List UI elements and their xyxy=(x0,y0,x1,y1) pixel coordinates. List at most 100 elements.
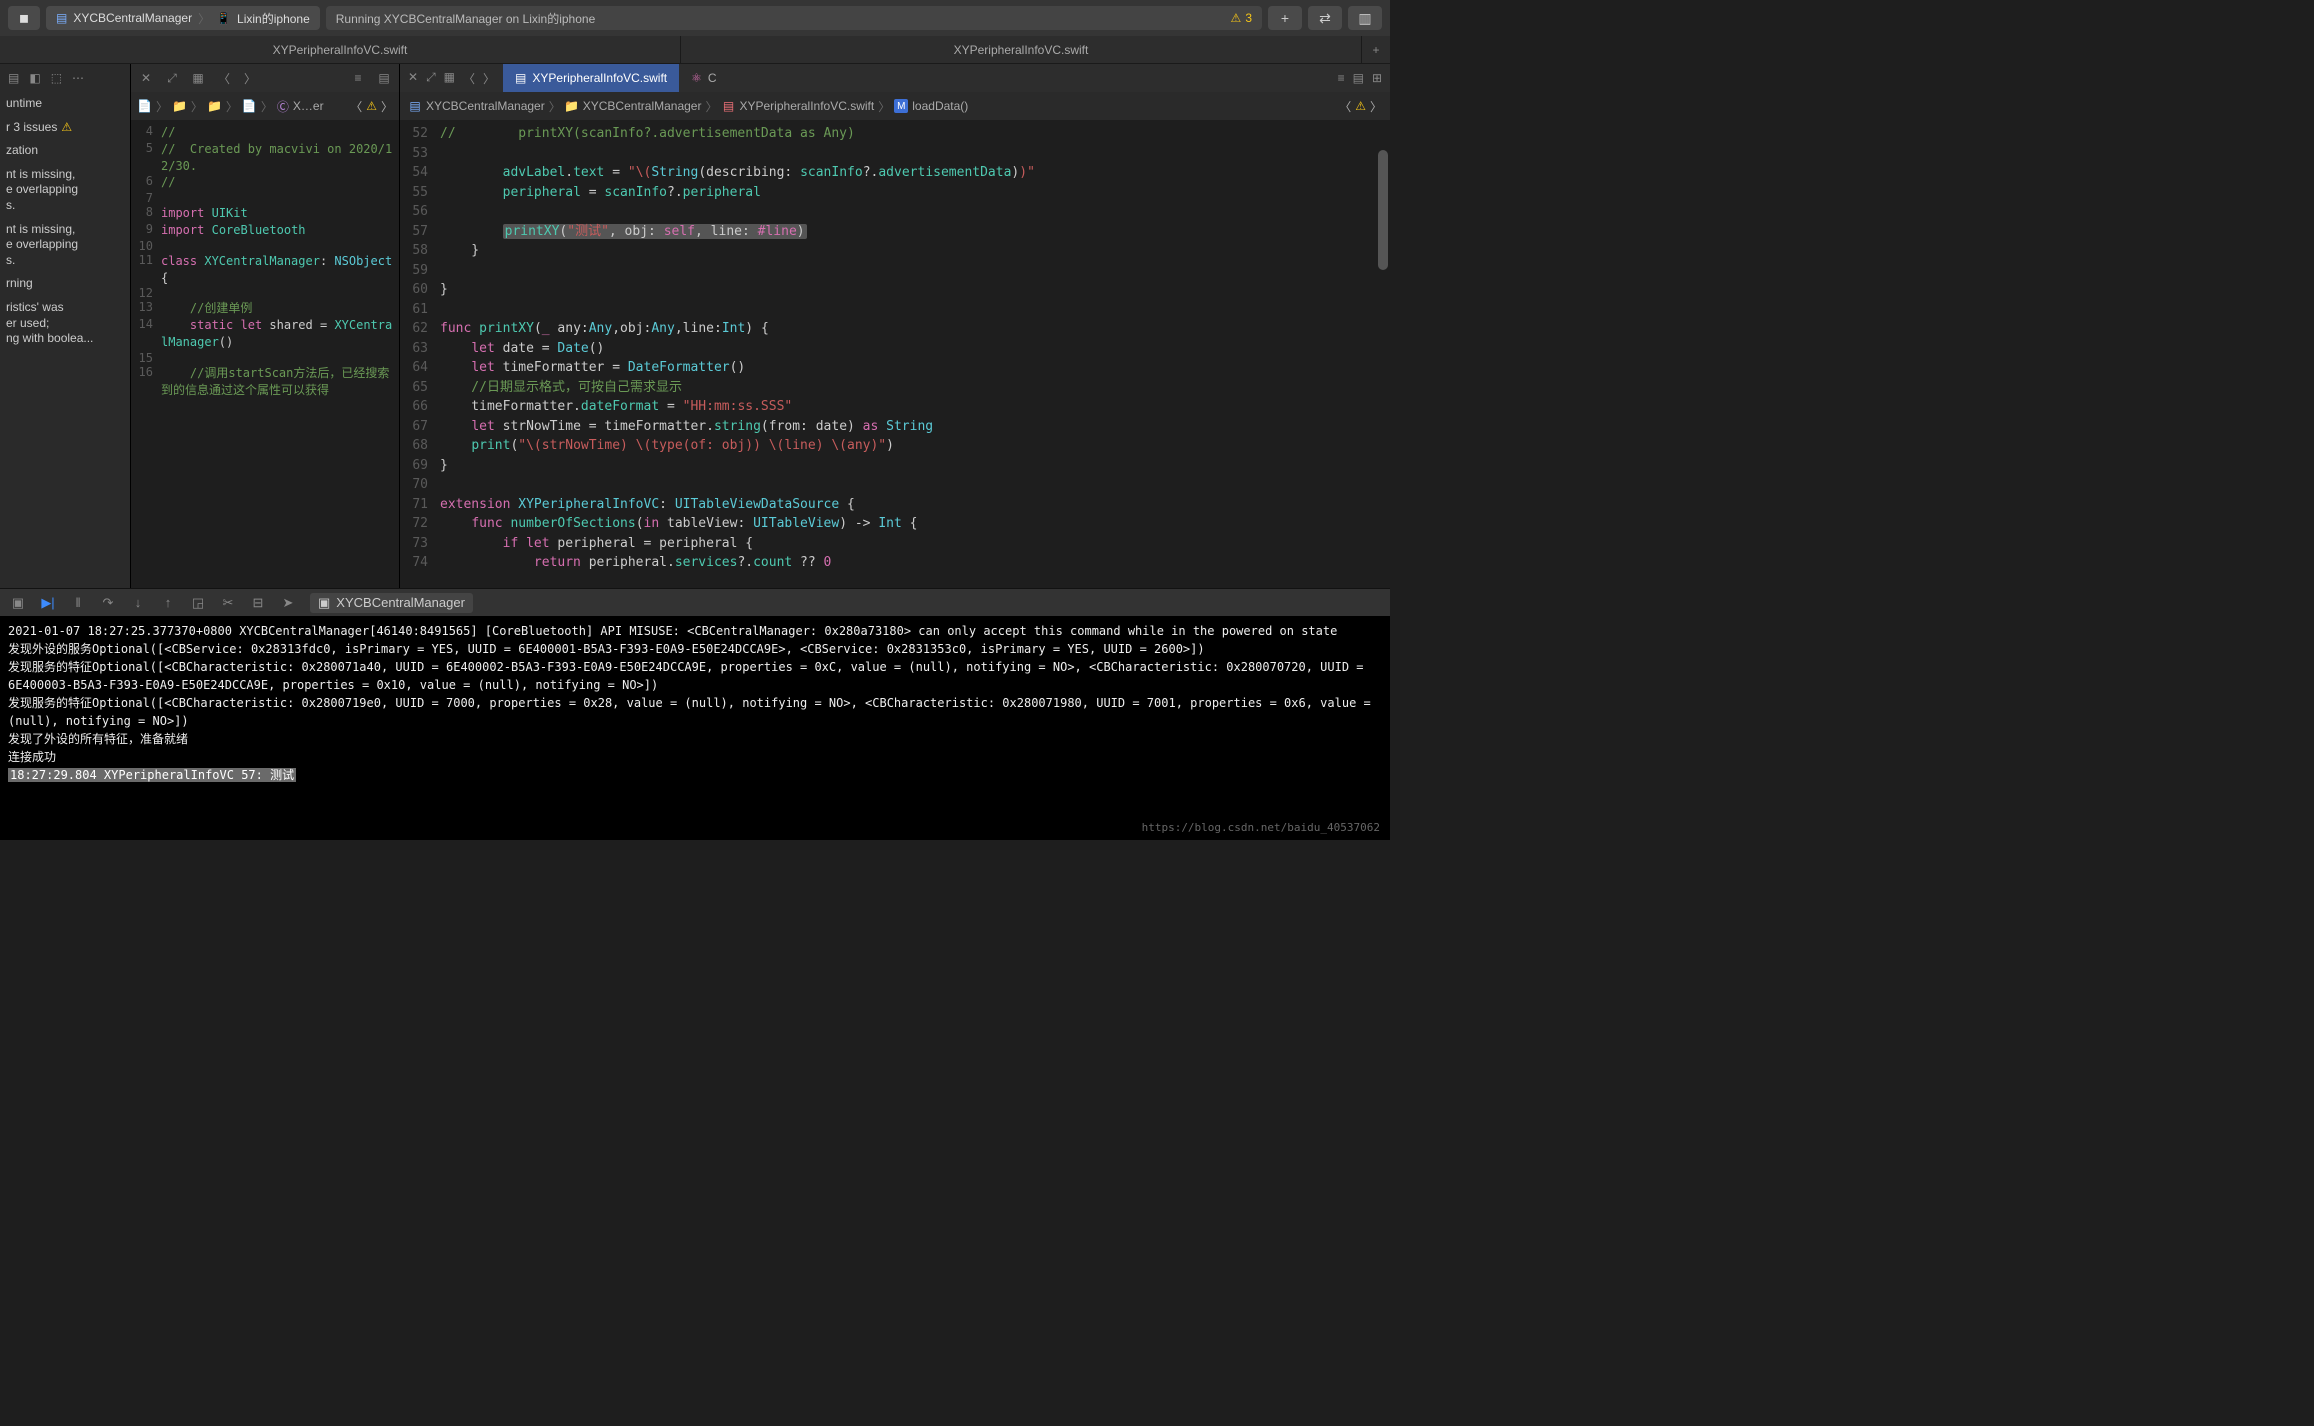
adjust-icon[interactable]: ▤ xyxy=(1353,71,1364,85)
folder-icon: 📁 xyxy=(172,99,187,113)
mini-jump-bar[interactable]: 📄〉 📁〉 📁〉 📄〉 Ⓒ X…er 〈 ⚠ 〉 xyxy=(131,92,399,120)
warning-count: 3 xyxy=(1245,11,1252,25)
mini-editor-toolbar: ✕ ⤢ ▦ 〈 〉 ≡ ▤ xyxy=(131,64,399,92)
scrollbar[interactable] xyxy=(1378,120,1388,588)
back-icon[interactable]: 〈 xyxy=(215,70,233,87)
issue-warning[interactable]: rning xyxy=(0,272,130,296)
stop-button[interactable]: ◼ xyxy=(8,6,40,30)
main-area: ▤ ◧ ⬚ ⋯ untime r 3 issues⚠ zation nt is … xyxy=(0,64,1390,588)
code-editor[interactable]: 52// printXY(scanInfo?.advertisementData… xyxy=(400,120,1390,588)
swift-file-icon: ▤ xyxy=(515,71,526,85)
issue-loc[interactable]: zation xyxy=(0,139,130,163)
expand-icon[interactable]: ⤢ xyxy=(163,71,181,86)
debug-process[interactable]: ▣ XYCBCentralManager xyxy=(310,593,473,613)
library-button[interactable]: ⇄ xyxy=(1308,6,1342,30)
close-icon[interactable]: ✕ xyxy=(408,70,418,87)
primary-editor: ✕ ⤢ ▦ 〈 〉 ▤ XYPeripheralInfoVC.swift ⚛ C… xyxy=(400,64,1390,588)
warning-icon: ⚠ xyxy=(366,99,377,113)
console-line: 发现服务的特征Optional([<CBCharacteristic: 0x28… xyxy=(8,658,1382,694)
navigator-selector[interactable]: ▤ ◧ ⬚ ⋯ xyxy=(0,64,130,92)
c-icon: ⚛ xyxy=(691,71,702,85)
device-name: Lixin的iphone xyxy=(237,10,310,27)
console-line: 连接成功 xyxy=(8,748,1382,766)
nav-icon[interactable]: ⬚ xyxy=(51,71,62,85)
forward-icon[interactable]: 〉 xyxy=(1370,98,1382,115)
crumb[interactable]: XYPeripheralInfoVC.swift xyxy=(740,99,875,113)
forward-icon[interactable]: 〉 xyxy=(241,70,259,87)
add-button[interactable]: + xyxy=(1268,6,1302,30)
window-tab-left[interactable]: XYPeripheralInfoVC.swift xyxy=(0,36,681,63)
device-icon: 📱 xyxy=(216,11,231,25)
expand-icon[interactable]: ⤢ xyxy=(426,70,436,87)
back-icon[interactable]: 〈 xyxy=(1339,98,1351,115)
console-line: 2021-01-07 18:27:25.377370+0800 XYCBCent… xyxy=(8,622,1382,640)
xcode-toolbar: ◼ ▤ XYCBCentralManager 〉 📱 Lixin的iphone … xyxy=(0,0,1390,36)
app-icon: ▤ xyxy=(56,11,67,25)
forward-icon[interactable]: 〉 xyxy=(381,98,393,115)
tab-label: XYPeripheralInfoVC.swift xyxy=(532,71,667,85)
class-icon: Ⓒ xyxy=(277,98,289,115)
arrows-icon: ⇄ xyxy=(1319,10,1331,27)
nav-icon[interactable]: ⋯ xyxy=(72,71,84,85)
jump-bar[interactable]: ▤ XYCBCentralManager 〉 📁 XYCBCentralMana… xyxy=(400,92,1390,120)
warning-badge[interactable]: ⚠ 3 xyxy=(1231,11,1252,25)
assistant-editor: ✕ ⤢ ▦ 〈 〉 ≡ ▤ 📄〉 📁〉 📁〉 📄〉 Ⓒ X…er 〈 ⚠ 〉 4… xyxy=(130,64,400,588)
method-icon: M xyxy=(894,99,908,113)
crumb[interactable]: XYCBCentralManager xyxy=(426,99,545,113)
memory-icon[interactable]: ✂ xyxy=(220,595,236,611)
editor-tab-active[interactable]: ▤ XYPeripheralInfoVC.swift xyxy=(503,64,679,92)
nav-icon[interactable]: ▤ xyxy=(8,71,19,85)
simulate-icon[interactable]: ⊟ xyxy=(250,595,266,611)
add-tab-button[interactable]: + xyxy=(1362,36,1390,63)
close-icon[interactable]: ✕ xyxy=(137,71,155,85)
folder-icon: 📁 xyxy=(207,99,222,113)
issue-runtime[interactable]: untime xyxy=(0,92,130,116)
grid-icon[interactable]: ▦ xyxy=(444,70,455,87)
pause-icon[interactable]: ‖ xyxy=(70,595,86,610)
debug-console[interactable]: 2021-01-07 18:27:25.377370+0800 XYCBCent… xyxy=(0,616,1390,840)
scheme-selector[interactable]: ▤ XYCBCentralManager 〉 📱 Lixin的iphone xyxy=(46,6,320,30)
warning-icon: ⚠ xyxy=(1355,99,1366,113)
editor-tab[interactable]: ⚛ C xyxy=(679,64,728,92)
issue-msg[interactable]: nt is missing, e overlapping s. xyxy=(0,163,130,218)
crumb[interactable]: XYCBCentralManager xyxy=(583,99,702,113)
issue-count[interactable]: r 3 issues⚠ xyxy=(0,116,130,140)
box-icon[interactable]: ⊞ xyxy=(1372,71,1382,85)
panels-button[interactable]: ▥ xyxy=(1348,6,1382,30)
nav-icon[interactable]: ◧ xyxy=(29,71,40,85)
step-into-icon[interactable]: ↓ xyxy=(130,595,146,610)
location-icon[interactable]: ➤ xyxy=(280,595,296,611)
plus-icon: + xyxy=(1372,43,1379,57)
adjust-icon[interactable]: ▤ xyxy=(375,71,393,85)
step-over-icon[interactable]: ↷ xyxy=(100,595,116,611)
app-icon: ▣ xyxy=(318,595,330,611)
grid-icon[interactable]: ▦ xyxy=(189,71,207,85)
back-icon[interactable]: 〈 xyxy=(350,98,362,115)
toggle-breakpoints-icon[interactable]: ▣ xyxy=(10,595,26,611)
mini-code-area[interactable]: 4//5// Created by macvivi on 2020/12/30.… xyxy=(131,120,399,588)
editor-tab-bar: ✕ ⤢ ▦ 〈 〉 ▤ XYPeripheralInfoVC.swift ⚛ C… xyxy=(400,64,1390,92)
console-line: 发现了外设的所有特征，准备就绪 xyxy=(8,730,1382,748)
issue-msg[interactable]: nt is missing, e overlapping s. xyxy=(0,218,130,273)
window-tab-right[interactable]: XYPeripheralInfoVC.swift xyxy=(681,36,1362,63)
mini-crumb-trail: X…er xyxy=(293,99,324,113)
back-icon[interactable]: 〈 xyxy=(463,70,475,87)
crumb[interactable]: loadData() xyxy=(912,99,968,113)
plus-icon: + xyxy=(1281,10,1289,26)
lines-icon[interactable]: ≡ xyxy=(1338,71,1345,85)
warning-icon: ⚠ xyxy=(61,120,72,134)
console-line: 发现外设的服务Optional([<CBService: 0x28313fdc0… xyxy=(8,640,1382,658)
scrollbar-thumb[interactable] xyxy=(1378,150,1388,270)
issue-msg[interactable]: ristics' was er used; ng with boolea... xyxy=(0,296,130,351)
continue-icon[interactable]: ▶| xyxy=(40,595,56,611)
folder-icon: 📁 xyxy=(565,99,579,113)
forward-icon[interactable]: 〉 xyxy=(483,70,495,87)
tab-label: XYPeripheralInfoVC.swift xyxy=(273,43,408,57)
swift-file-icon: ▤ xyxy=(722,99,736,113)
step-out-icon[interactable]: ↑ xyxy=(160,595,176,610)
watermark: https://blog.csdn.net/baidu_40537062 xyxy=(1142,820,1380,837)
lines-icon[interactable]: ≡ xyxy=(349,71,367,85)
tab-label: C xyxy=(708,71,717,85)
scheme-name: XYCBCentralManager xyxy=(73,11,192,25)
debug-view-icon[interactable]: ◲ xyxy=(190,595,206,611)
